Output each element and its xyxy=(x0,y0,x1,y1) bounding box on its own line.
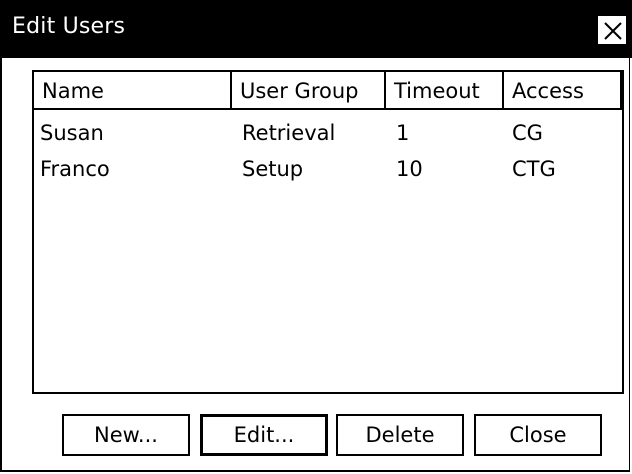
cell-user-group: Retrieval xyxy=(242,121,336,145)
cell-access: CTG xyxy=(512,157,556,181)
cell-timeout: 10 xyxy=(396,157,423,181)
table-row[interactable]: Susan Retrieval 1 CG xyxy=(34,114,622,152)
column-header-timeout[interactable]: Timeout xyxy=(386,72,504,110)
close-icon xyxy=(604,22,622,40)
column-header-name[interactable]: Name xyxy=(34,72,232,110)
window-title: Edit Users xyxy=(12,14,126,39)
users-list[interactable]: Name User Group Timeout Access Susan Ret… xyxy=(32,70,624,394)
cell-timeout: 1 xyxy=(396,121,410,145)
table-row[interactable]: Franco Setup 10 CTG xyxy=(34,150,622,188)
cell-name: Franco xyxy=(40,157,110,181)
edit-users-dialog: Edit Users Name User Group Timeout Acces… xyxy=(0,0,632,472)
new-button[interactable]: New... xyxy=(62,414,190,456)
cell-name: Susan xyxy=(40,121,104,145)
close-button[interactable]: Close xyxy=(474,414,602,456)
column-header-user-group[interactable]: User Group xyxy=(232,72,386,110)
edit-button[interactable]: Edit... xyxy=(200,414,328,456)
title-bar: Edit Users xyxy=(2,0,632,58)
cell-access: CG xyxy=(512,121,543,145)
column-header-access[interactable]: Access xyxy=(504,72,622,110)
list-header: Name User Group Timeout Access xyxy=(34,72,622,112)
delete-button[interactable]: Delete xyxy=(336,414,464,456)
close-window-button[interactable] xyxy=(597,15,627,45)
cell-user-group: Setup xyxy=(242,157,304,181)
